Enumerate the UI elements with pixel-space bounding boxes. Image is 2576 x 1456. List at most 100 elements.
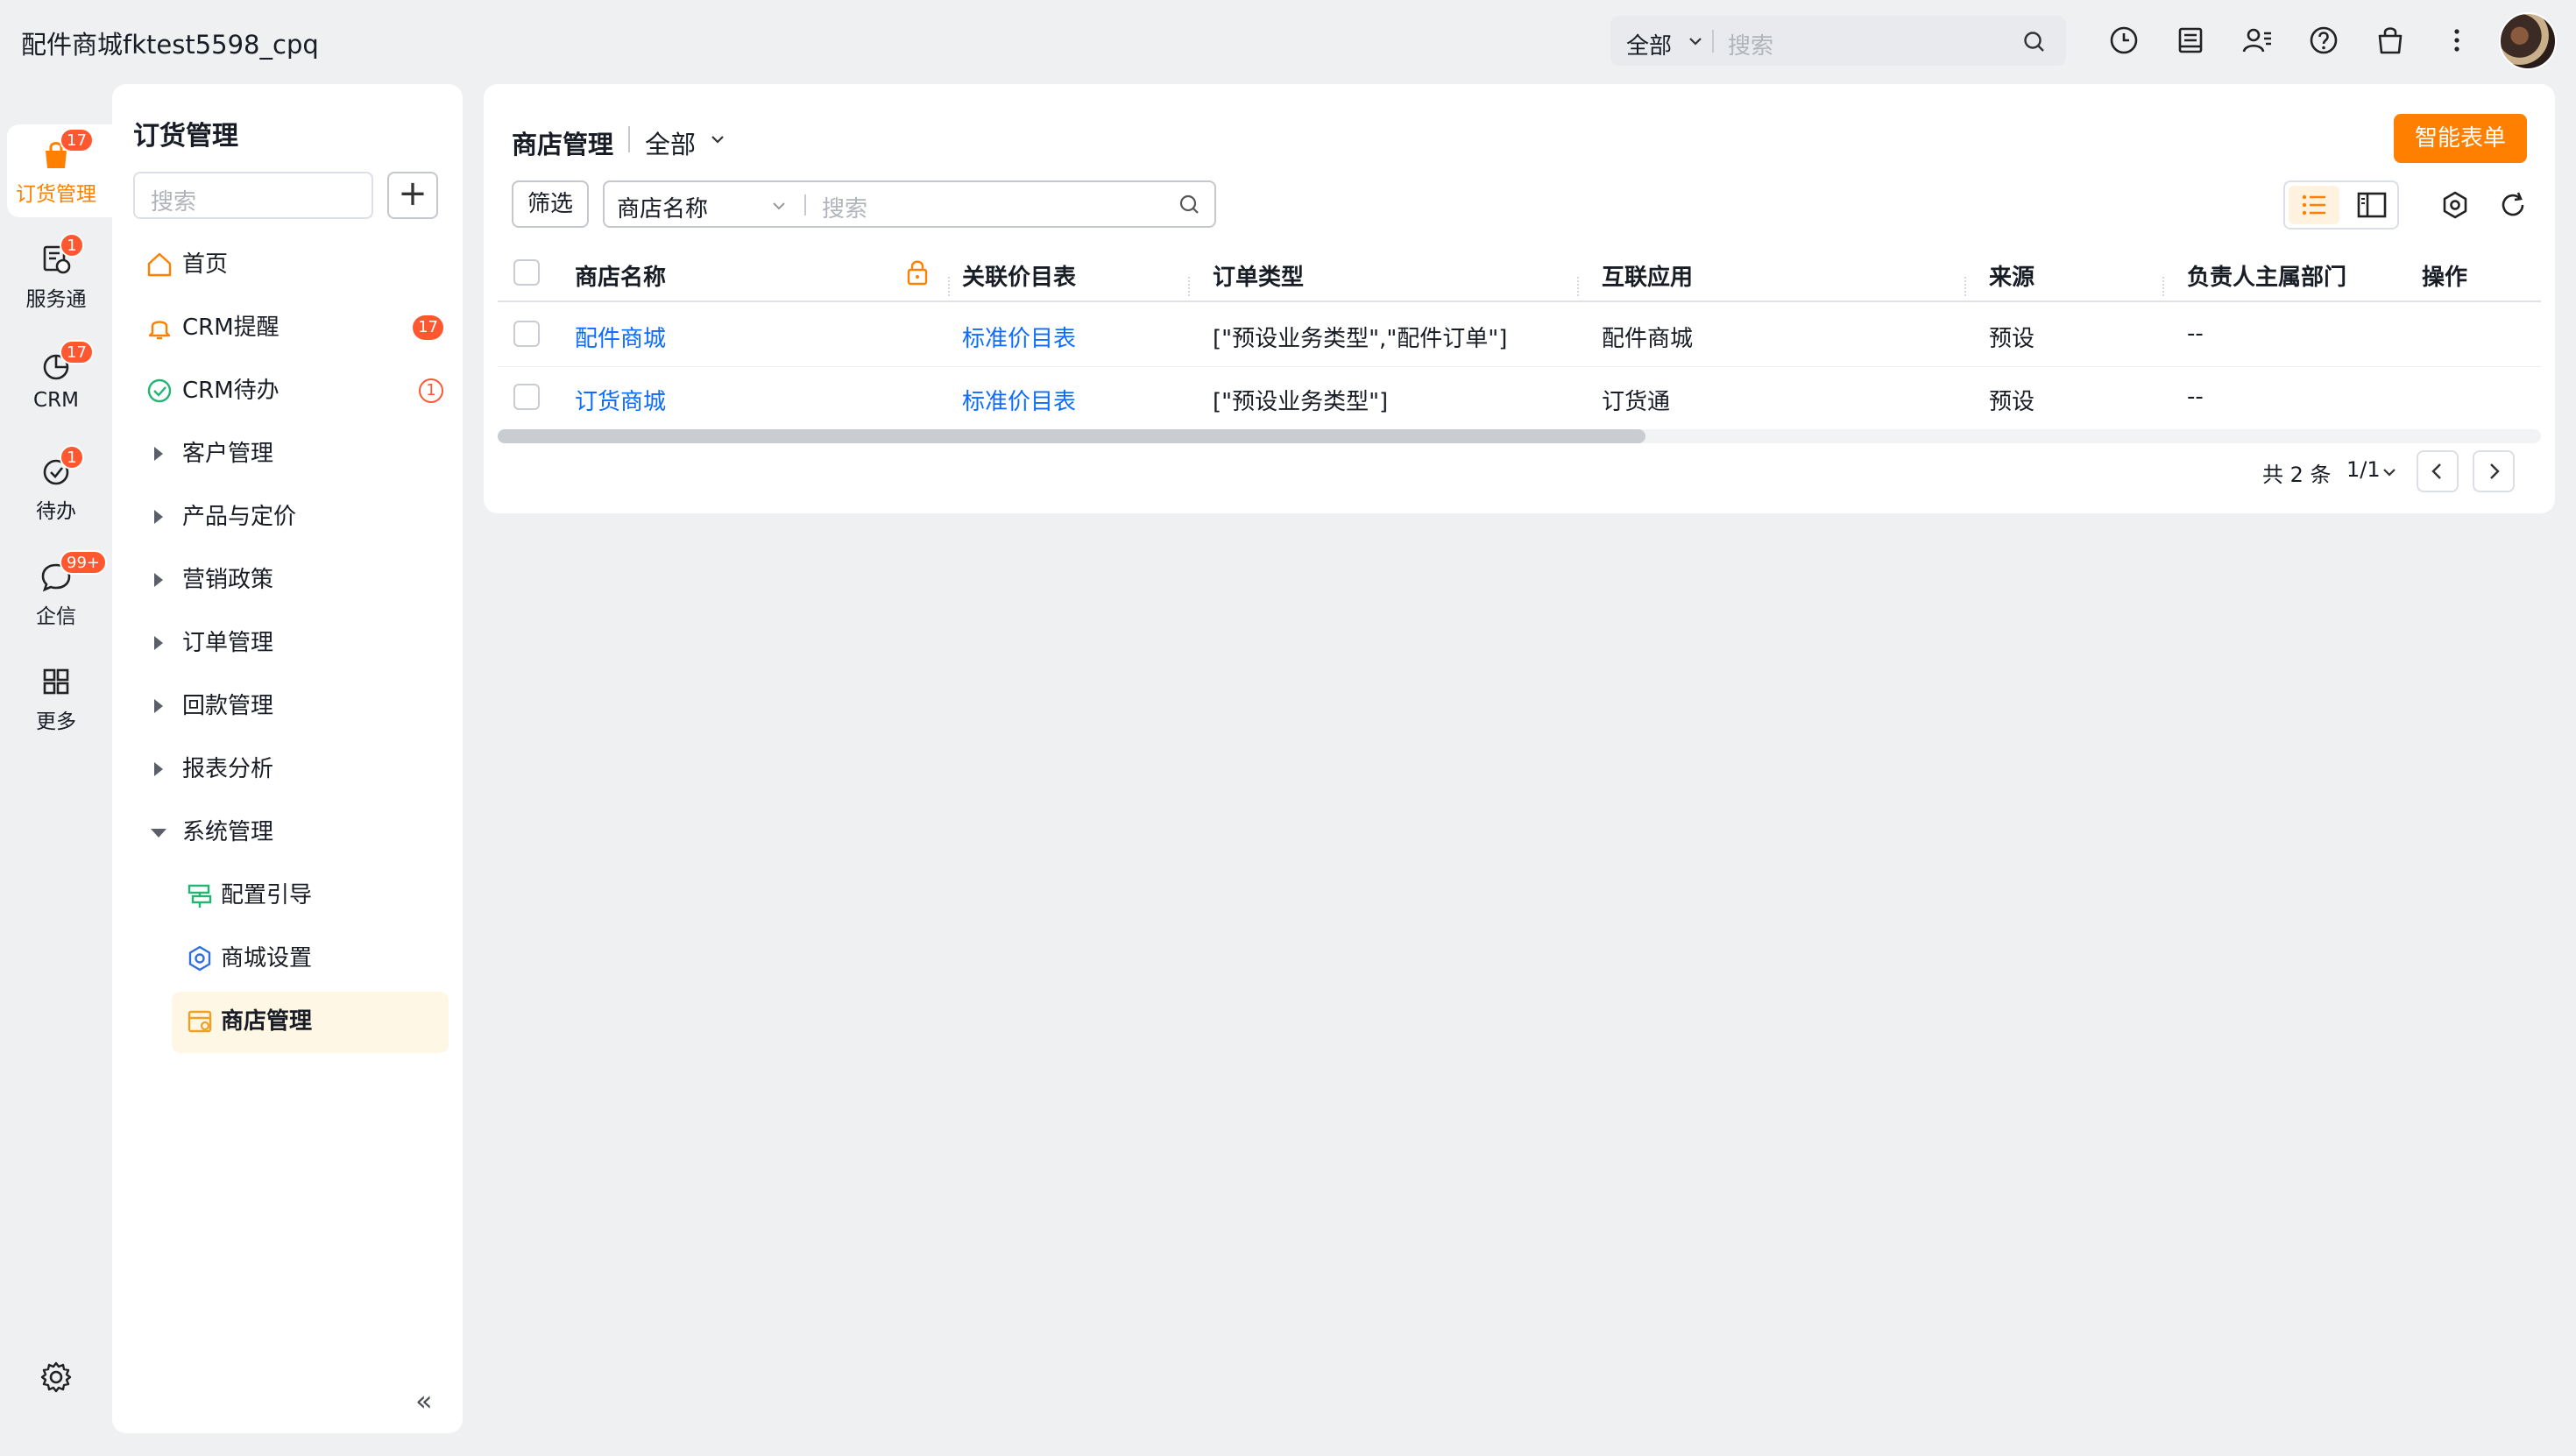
rail-item-service[interactable]: 服务通 1 xyxy=(4,233,109,312)
store-name-link[interactable]: 配件商城 xyxy=(575,321,666,353)
divider xyxy=(498,366,2541,367)
row-checkbox[interactable] xyxy=(513,384,540,410)
sidebar-item-reports[interactable]: 报表分析 xyxy=(145,752,447,787)
global-search[interactable]: 全部 搜索 xyxy=(1610,16,2066,66)
caret-right-icon xyxy=(154,636,163,650)
pricebook-link[interactable]: 标准价目表 xyxy=(962,321,1076,353)
search-input[interactable]: 搜索 xyxy=(1728,28,1773,60)
column-header-order-type[interactable]: 订单类型 xyxy=(1213,259,1304,292)
notification-badge: 17 xyxy=(413,315,443,340)
select-all-checkbox[interactable] xyxy=(513,259,540,286)
sidebar-item-system[interactable]: 系统管理 xyxy=(145,815,447,850)
pricebook-link[interactable]: 标准价目表 xyxy=(962,384,1076,416)
caret-right-icon xyxy=(154,510,163,524)
search-icon[interactable] xyxy=(1178,193,1202,217)
sidebar-item-crm-todo[interactable]: CRM待办 1 xyxy=(145,373,447,408)
column-resize-handle[interactable] xyxy=(2162,277,2164,296)
check-circle-icon xyxy=(147,378,172,403)
notification-badge: 17 xyxy=(60,128,94,152)
bell-icon xyxy=(148,321,171,340)
caret-right-icon xyxy=(154,762,163,776)
more-icon[interactable] xyxy=(2441,25,2473,56)
chevron-down-icon[interactable] xyxy=(708,130,727,149)
sidebar-item-orders[interactable]: 订单管理 xyxy=(145,626,447,661)
source-cell: 预设 xyxy=(1989,326,2035,352)
collapse-sidebar-button[interactable]: « xyxy=(415,1384,433,1417)
rail-item-messenger[interactable]: 企信 99+ xyxy=(4,550,109,629)
divider xyxy=(628,126,630,152)
sidebar-item-products[interactable]: 产品与定价 xyxy=(145,499,447,534)
rail-item-crm[interactable]: CRM 17 xyxy=(4,340,109,412)
sidebar-item-payments[interactable]: 回款管理 xyxy=(145,689,447,724)
column-resize-handle[interactable] xyxy=(1188,277,1190,296)
rail-item-label: 企信 xyxy=(36,605,76,628)
avatar[interactable] xyxy=(2499,12,2557,70)
column-header-app[interactable]: 互联应用 xyxy=(1602,259,1693,292)
settings-gear-icon[interactable] xyxy=(39,1360,74,1395)
caret-right-icon xyxy=(154,447,163,461)
prev-page-button[interactable] xyxy=(2417,450,2459,492)
rail-item-todo[interactable]: 待办 1 xyxy=(4,445,109,524)
notification-badge: 1 xyxy=(60,445,84,470)
store-name-link[interactable]: 订货商城 xyxy=(575,384,666,416)
search-icon[interactable] xyxy=(2022,30,2047,54)
help-icon[interactable] xyxy=(2308,25,2339,56)
scrollbar-thumb[interactable] xyxy=(498,429,1645,443)
lock-icon xyxy=(907,260,928,286)
sidebar-item-home[interactable]: 首页 xyxy=(145,247,447,282)
rail-item-label: CRM xyxy=(33,389,79,412)
list-search[interactable]: 商店名称 搜索 xyxy=(603,180,1216,228)
chevron-left-icon xyxy=(2431,463,2441,479)
row-checkbox[interactable] xyxy=(513,321,540,347)
caret-down-icon xyxy=(151,829,166,838)
sidebar-item-customers[interactable]: 客户管理 xyxy=(145,436,447,471)
source-cell: 预设 xyxy=(1989,389,2035,415)
next-page-button[interactable] xyxy=(2473,450,2515,492)
order-type-cell: ["预设业务类型","配件订单"] xyxy=(1213,326,1508,352)
bag-icon[interactable] xyxy=(2374,25,2406,56)
column-resize-handle[interactable] xyxy=(948,277,950,296)
smart-form-button[interactable]: 智能表单 xyxy=(2394,114,2527,163)
column-header-pricebook[interactable]: 关联价目表 xyxy=(962,259,1076,292)
split-view-button[interactable] xyxy=(2346,186,2397,224)
contacts-icon[interactable] xyxy=(2241,25,2273,56)
column-resize-handle[interactable] xyxy=(1577,277,1579,296)
dept-cell: -- xyxy=(2187,321,2204,347)
notebook-icon[interactable] xyxy=(2175,25,2206,56)
sidebar-item-crm-reminder[interactable]: CRM提醒 17 xyxy=(145,310,447,345)
settings-hex-icon xyxy=(188,945,211,972)
sidebar-item-marketing[interactable]: 营销政策 xyxy=(145,562,447,597)
search-field-select[interactable]: 商店名称 xyxy=(617,191,708,223)
divider xyxy=(804,194,806,216)
column-header-source[interactable]: 来源 xyxy=(1989,259,2035,292)
history-icon[interactable] xyxy=(2108,25,2140,56)
app-title: 配件商城fktest5598_cpq xyxy=(21,30,319,60)
caret-right-icon xyxy=(154,699,163,713)
page-title: 商店管理 xyxy=(512,130,614,159)
column-header-owner-dept[interactable]: 负责人主属部门 xyxy=(2187,259,2346,292)
list-view-button[interactable] xyxy=(2289,186,2339,224)
view-toggle xyxy=(2283,180,2399,230)
search-input[interactable]: 搜索 xyxy=(822,191,867,223)
pager-total: 共 2 条 xyxy=(2262,463,2332,487)
chevron-down-icon xyxy=(773,202,785,210)
filter-button[interactable]: 筛选 xyxy=(512,180,589,228)
caret-right-icon xyxy=(154,573,163,587)
column-resize-handle[interactable] xyxy=(1964,277,1966,296)
chevron-right-icon xyxy=(2490,463,2500,479)
rail-item-order[interactable]: 订货管理 17 xyxy=(4,128,109,207)
rail-item-more[interactable]: 更多 xyxy=(4,664,109,734)
rail-item-label: 订货管理 xyxy=(16,183,96,206)
main-panel xyxy=(484,84,2555,513)
column-header-store-name[interactable]: 商店名称 xyxy=(575,259,666,292)
settings-hex-icon[interactable] xyxy=(2439,189,2471,221)
notification-badge: 17 xyxy=(60,340,94,364)
sidebar-search-input[interactable]: 搜索 xyxy=(133,172,373,219)
page-select[interactable]: 1/1 xyxy=(2346,457,2381,482)
scope-select[interactable]: 全部 xyxy=(645,124,696,161)
app-cell: 订货通 xyxy=(1602,389,1671,415)
search-scope-select[interactable]: 全部 xyxy=(1626,28,1672,60)
refresh-icon[interactable] xyxy=(2497,189,2529,221)
add-button[interactable]: + xyxy=(387,172,438,219)
chevron-down-icon[interactable] xyxy=(2380,463,2399,482)
